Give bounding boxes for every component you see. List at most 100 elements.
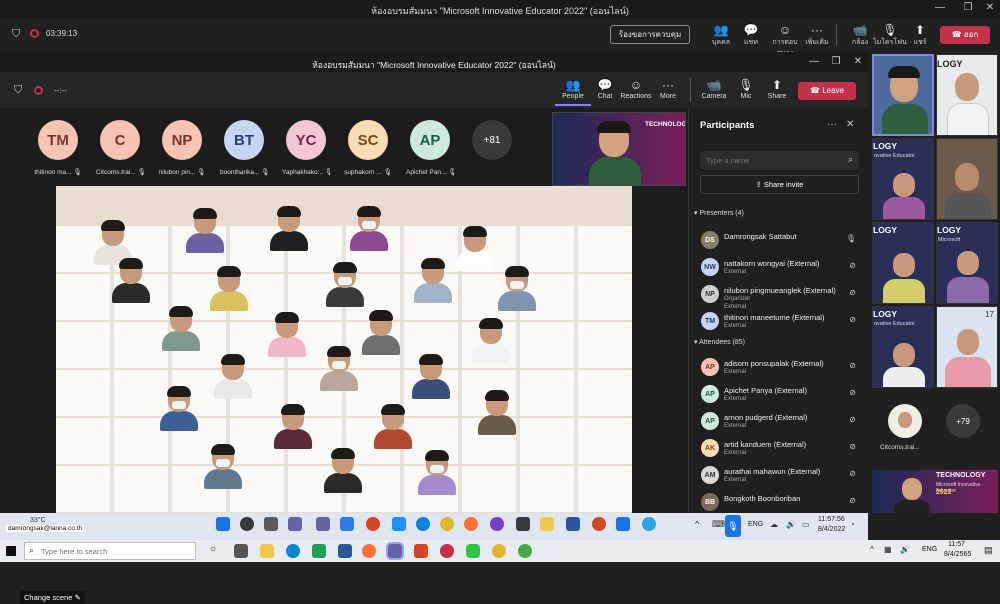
app-icon[interactable]: [440, 544, 454, 558]
telegram-icon[interactable]: [642, 517, 656, 531]
outer-more-button[interactable]: ··· เพิ่มเติม: [800, 23, 834, 48]
minimize-icon[interactable]: —: [932, 2, 948, 16]
restore-icon[interactable]: ❐: [828, 56, 844, 70]
outer-chat-button[interactable]: 💬 แชท: [734, 23, 768, 48]
attendee-row[interactable]: AM aurathai mahawun (External) External ⊘: [701, 466, 866, 492]
outer-people-button[interactable]: 👥 บุคคล: [704, 23, 738, 48]
more-participants-badge[interactable]: +79: [946, 404, 980, 438]
request-control-button[interactable]: ร้องขอการควบคุม: [610, 25, 690, 44]
participant-thumbnail[interactable]: AP Apichet Pan... 🎙: [406, 120, 454, 176]
change-scene-button[interactable]: Change scene ✎: [20, 591, 85, 604]
self-view-video[interactable]: TECHNOLOGY: [552, 112, 686, 186]
chrome-icon[interactable]: [440, 517, 454, 531]
mic-icon[interactable]: 🎙: [846, 234, 856, 243]
clock-date[interactable]: 8/4/2022: [818, 526, 845, 533]
mic-off-icon[interactable]: ⊘: [849, 496, 856, 505]
network-icon[interactable]: ▦: [884, 545, 892, 554]
tools-icon[interactable]: [392, 517, 406, 531]
presenter-row[interactable]: NP nilubon pingmueanglek (External) Organi…: [701, 285, 866, 311]
mic-off-icon[interactable]: ⊘: [849, 361, 856, 370]
folder-icon[interactable]: [260, 544, 274, 558]
outer-leave-button[interactable]: ☎ ออก: [940, 26, 990, 44]
chat-icon[interactable]: [288, 517, 302, 531]
app-icon[interactable]: [616, 517, 630, 531]
meet-icon[interactable]: [340, 517, 354, 531]
people-button[interactable]: 👥 People: [555, 78, 591, 106]
chevron-up-icon[interactable]: ^: [695, 519, 699, 529]
battery-icon[interactable]: ▭: [802, 520, 810, 529]
search-input[interactable]: [41, 546, 191, 557]
share-invite-button[interactable]: ⇪ Share invite: [700, 175, 859, 194]
outer-camera-button[interactable]: 📹 กล้อง: [843, 23, 877, 48]
clock-date[interactable]: 8/4/2565: [944, 551, 971, 558]
video-tile[interactable]: LOGY ovative Educator: [872, 138, 934, 220]
mic-off-icon[interactable]: ⊘: [849, 388, 856, 397]
participant-thumbnail[interactable]: NP nilubon pin... 🎙: [158, 120, 206, 176]
leave-button[interactable]: ☎ Leave: [798, 82, 856, 100]
video-tile[interactable]: [872, 54, 934, 136]
taskbar-search[interactable]: ⌕: [24, 542, 196, 560]
app-icon[interactable]: [490, 517, 504, 531]
app-icon[interactable]: [518, 544, 532, 558]
presenter-row[interactable]: NW nattakorn wongyai (External) External ⊘: [701, 258, 866, 284]
minimize-icon[interactable]: —: [806, 56, 822, 70]
clock-time[interactable]: 11:57:56: [818, 516, 845, 523]
attendees-header[interactable]: ▾ Attendees (85): [694, 338, 745, 346]
presenter-video-tile[interactable]: TECHNOLOGY Microsoft Innovative Educator…: [872, 470, 998, 513]
pdf-icon[interactable]: [414, 544, 428, 558]
powerpoint-icon[interactable]: [592, 517, 606, 531]
language-indicator[interactable]: ENG: [748, 521, 763, 528]
mic-off-icon[interactable]: ⊘: [849, 415, 856, 424]
cortana-icon[interactable]: ○: [210, 544, 216, 555]
video-tile[interactable]: 17: [936, 306, 998, 388]
video-tile[interactable]: [936, 138, 998, 220]
mic-icon[interactable]: 🎙: [725, 515, 741, 537]
language-indicator[interactable]: ENG: [922, 546, 937, 553]
presenter-row[interactable]: TM thitinon maneetume (External) External ⊘: [701, 312, 866, 338]
search-input[interactable]: [706, 154, 836, 166]
participant-thumbnail[interactable]: C Citcoms.trai... 🎙: [96, 120, 144, 176]
firefox-icon[interactable]: [362, 544, 376, 558]
windows-start-icon[interactable]: [6, 546, 16, 556]
share-button[interactable]: ⬆ Share: [759, 78, 795, 100]
search-icon[interactable]: [240, 517, 254, 531]
video-tile[interactable]: LOGY ovative Educator: [872, 306, 934, 388]
edge-icon[interactable]: [416, 517, 430, 531]
notification-icon[interactable]: ▤: [984, 545, 993, 556]
outer-mic-button[interactable]: 🎙 ไมโครโฟน: [873, 23, 907, 48]
folder-icon[interactable]: [540, 517, 554, 531]
participant-thumbnail[interactable]: YC Yaphakhako... 🎙: [282, 120, 330, 176]
volume-icon[interactable]: 🔊: [786, 520, 796, 529]
word-icon[interactable]: [338, 544, 352, 558]
firefox-icon[interactable]: [464, 517, 478, 531]
presenters-header[interactable]: ▾ Presenters (4): [694, 209, 744, 217]
store-icon[interactable]: [312, 544, 326, 558]
chevron-up-icon[interactable]: ^: [870, 545, 874, 554]
participant-thumbnail[interactable]: BT boontharika... 🎙: [220, 120, 268, 176]
attendee-row[interactable]: AK artid kanduem (External) External ⊘: [701, 439, 866, 465]
reactions-button[interactable]: ☺ Reactions: [618, 78, 654, 100]
camera-button[interactable]: 📹 Camera: [696, 78, 732, 100]
mic-off-icon[interactable]: ⊘: [849, 469, 856, 478]
mic-off-icon[interactable]: ⊘: [849, 442, 856, 451]
more-button[interactable]: ··· More: [650, 78, 686, 100]
restore-icon[interactable]: ❐: [960, 2, 976, 16]
app-icon[interactable]: [516, 517, 530, 531]
volume-icon[interactable]: 🔊: [900, 545, 910, 554]
notification-icon[interactable]: ◔: [850, 520, 855, 529]
attendee-row[interactable]: AP adisorn ponsupalak (External) External ⊘: [701, 358, 866, 384]
teams-icon[interactable]: [386, 542, 404, 560]
video-tile[interactable]: LOGY Microsoft: [936, 222, 998, 304]
word-icon[interactable]: [566, 517, 580, 531]
participant-search[interactable]: ⌕: [700, 151, 859, 169]
mic-off-icon[interactable]: ⊘: [849, 288, 856, 297]
attendee-row[interactable]: AP Apichet Panya (External) External ⊘: [701, 385, 866, 411]
mic-off-icon[interactable]: ⊘: [849, 261, 856, 270]
close-icon[interactable]: ✕: [850, 56, 866, 70]
keyboard-icon[interactable]: ⌨: [712, 519, 725, 530]
participant-thumbnail[interactable]: SC suphakorn ... 🎙: [344, 120, 392, 176]
teams-icon[interactable]: [316, 517, 330, 531]
close-icon[interactable]: ✕: [982, 2, 998, 16]
line-icon[interactable]: [466, 544, 480, 558]
more-icon[interactable]: ···: [827, 119, 837, 130]
